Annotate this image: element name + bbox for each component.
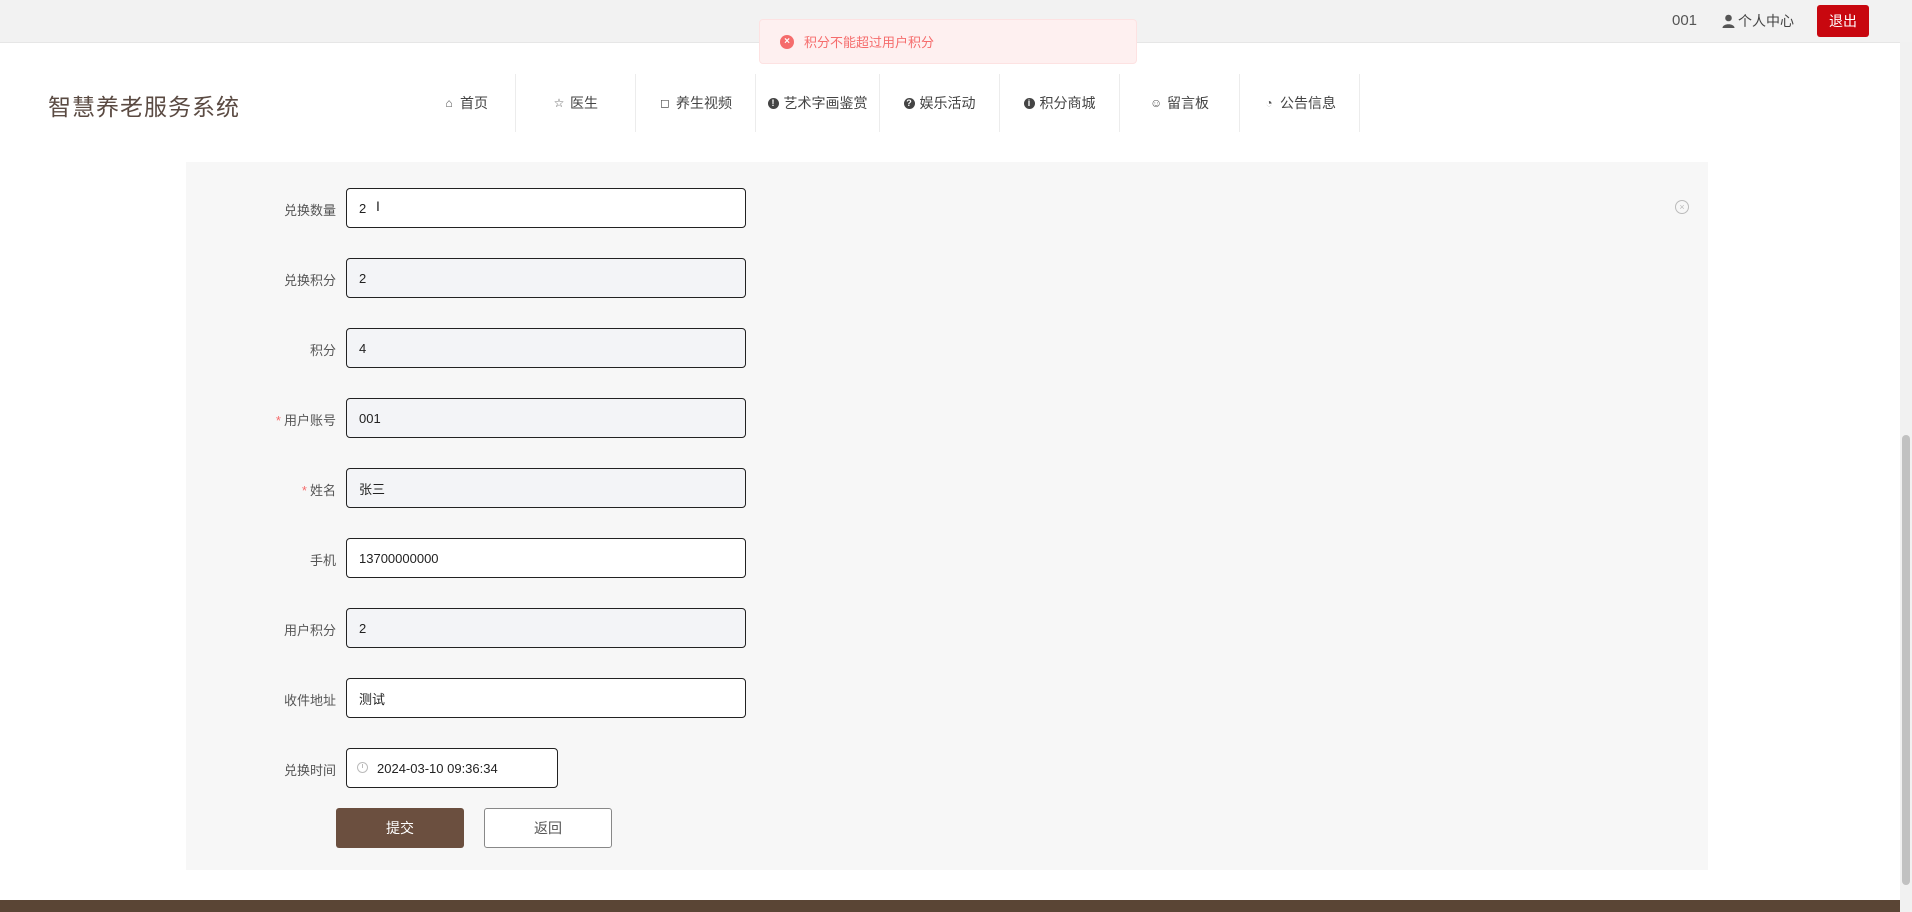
error-toast: × 积分不能超过用户积分	[759, 19, 1137, 64]
field-label: * 用户账号	[275, 413, 336, 428]
nav-label: 留言板	[1167, 95, 1209, 111]
back-button[interactable]: 返回	[484, 808, 612, 848]
nav-item-entertainment[interactable]: ? 娱乐活动	[880, 74, 1000, 132]
form-row-points: 积分	[186, 328, 786, 368]
form-row-address: 收件地址	[186, 678, 786, 718]
submit-button[interactable]: 提交	[336, 808, 464, 848]
required-mark: *	[275, 413, 281, 428]
nav-label: 积分商城	[1039, 95, 1096, 111]
name-input[interactable]	[346, 468, 746, 508]
close-icon[interactable]: ×	[1675, 200, 1689, 214]
user-account-input[interactable]	[346, 398, 746, 438]
form-row-quantity: 兑换数量	[186, 188, 786, 228]
nav-label: 养生视频	[676, 95, 732, 111]
nav-label: 公告信息	[1280, 95, 1336, 111]
nav-label: 医生	[570, 95, 598, 111]
required-mark: *	[301, 483, 307, 498]
chart-icon: ◔	[1265, 96, 1273, 110]
quantity-input[interactable]	[346, 188, 746, 228]
info-icon: i	[1023, 97, 1035, 109]
form-row-phone: 手机	[186, 538, 786, 578]
field-label: 兑换数量	[283, 203, 336, 218]
form-row-user-points: 用户积分	[186, 608, 786, 648]
clock-icon	[357, 762, 368, 773]
form-row-user-account: * 用户账号	[186, 398, 786, 438]
field-label: * 姓名	[301, 483, 336, 498]
nav-item-doctor[interactable]: ☆ 医生	[516, 74, 636, 132]
field-label: 兑换时间	[283, 763, 336, 778]
user-icon	[1722, 14, 1735, 28]
scrollbar-thumb[interactable]	[1902, 435, 1910, 885]
footer-bar	[0, 900, 1900, 912]
field-label: 积分	[309, 343, 336, 358]
home-icon: ⌂	[445, 96, 453, 110]
form-row-exchange-points: 兑换积分	[186, 258, 786, 298]
form-row-name: * 姓名	[186, 468, 786, 508]
nav-item-message-board[interactable]: ☺ 留言板	[1120, 74, 1240, 132]
points-input[interactable]	[346, 328, 746, 368]
nav-label: 首页	[460, 95, 488, 111]
smile-icon: ☺	[1150, 96, 1163, 110]
form-row-exchange-time: 兑换时间	[186, 748, 786, 788]
nav-item-health-video[interactable]: ◻ 养生视频	[636, 74, 756, 132]
phone-input[interactable]	[346, 538, 746, 578]
nav-label: 艺术字画鉴赏	[783, 95, 868, 111]
error-icon: ×	[780, 34, 794, 49]
main-nav: ⌂ 首页 ☆ 医生 ◻ 养生视频 ! 艺术字画鉴赏 ? 娱乐活动 i 积分商城 …	[416, 74, 1360, 132]
warning-icon: !	[767, 97, 779, 109]
nav-item-points-mall[interactable]: i 积分商城	[1000, 74, 1120, 132]
site-logo[interactable]: 智慧养老服务系统	[48, 88, 240, 122]
exchange-points-input[interactable]	[346, 258, 746, 298]
exchange-time-picker[interactable]	[346, 748, 558, 788]
address-input[interactable]	[346, 678, 746, 718]
field-label: 手机	[309, 553, 336, 568]
logout-button[interactable]: 退出	[1817, 5, 1869, 37]
nav-item-art[interactable]: ! 艺术字画鉴赏	[756, 74, 880, 132]
account-id: 001	[1672, 12, 1698, 29]
nav-item-announcements[interactable]: ◔ 公告信息	[1240, 74, 1360, 132]
star-icon: ☆	[553, 96, 565, 110]
field-label: 收件地址	[283, 693, 336, 708]
text-cursor-icon: I	[376, 198, 380, 214]
field-label: 兑换积分	[283, 273, 336, 288]
nav-item-home[interactable]: ⌂ 首页	[416, 74, 516, 132]
bag-icon: ◻	[660, 96, 670, 110]
toast-message: 积分不能超过用户积分	[804, 35, 935, 50]
question-icon: ?	[903, 97, 915, 109]
field-label: 用户积分	[283, 623, 336, 638]
personal-center-link[interactable]: 个人中心	[1722, 11, 1794, 31]
nav-label: 娱乐活动	[919, 95, 976, 111]
personal-center-label: 个人中心	[1738, 13, 1794, 29]
user-points-input[interactable]	[346, 608, 746, 648]
